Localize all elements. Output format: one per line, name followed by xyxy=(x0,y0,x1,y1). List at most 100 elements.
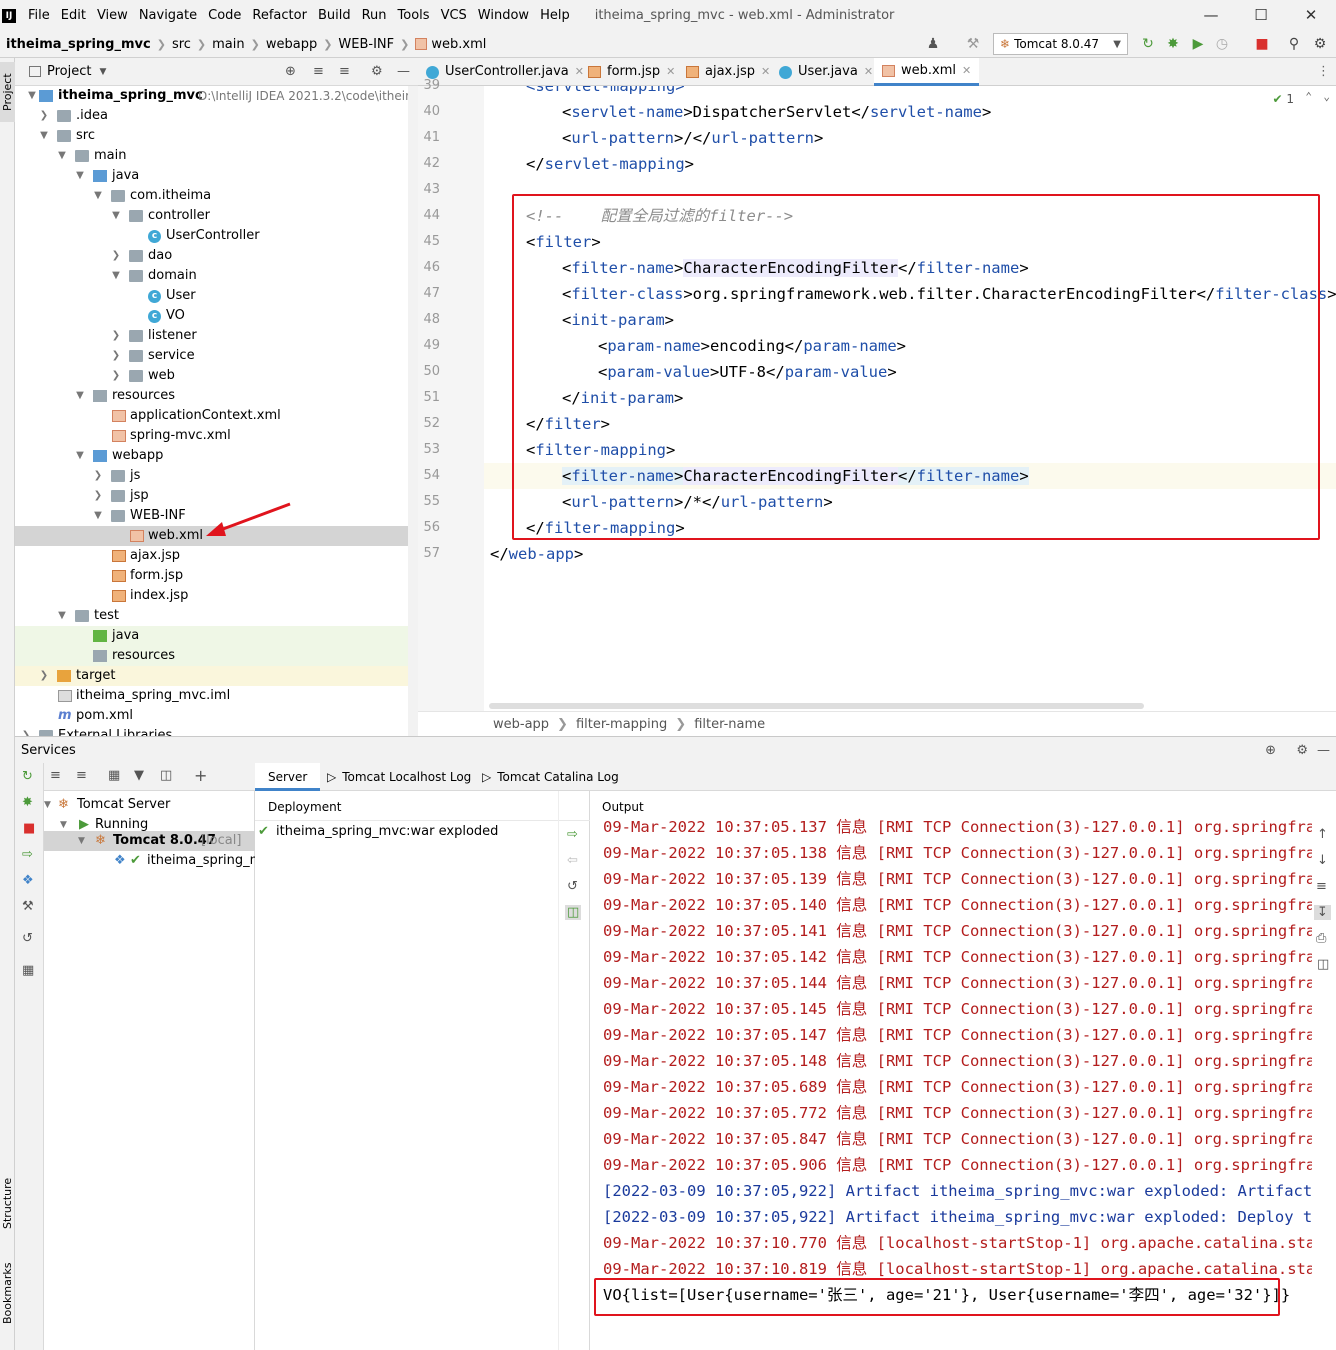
menu-edit[interactable]: Edit xyxy=(61,8,86,23)
menu-file[interactable]: File xyxy=(28,8,50,23)
structure-tool-tab[interactable]: Structure xyxy=(0,1168,15,1238)
chevron-down-icon[interactable]: ⌄ xyxy=(1323,90,1330,103)
project-scrollbar[interactable] xyxy=(408,86,418,736)
breadcrumb-filter-mapping[interactable]: filter-mapping xyxy=(576,717,667,732)
tree-item-test[interactable]: ▼ test xyxy=(15,606,418,626)
group-icon[interactable]: ▦ xyxy=(108,768,120,783)
tree-item-listener[interactable]: ❯ listener xyxy=(15,326,418,346)
tree-item-formjsp[interactable]: form.jsp xyxy=(15,566,418,586)
scroll-to-end-icon[interactable]: ↧ xyxy=(1314,905,1331,920)
gear-icon[interactable]: ⚙ xyxy=(371,64,383,79)
tree-item-webapp[interactable]: ▼ webapp xyxy=(15,446,418,466)
close-window-icon[interactable]: ✕ xyxy=(1286,0,1336,31)
gear-icon[interactable]: ⚙ xyxy=(1296,743,1308,758)
tree-item-external-libraries[interactable]: ❯ External Libraries xyxy=(15,726,418,736)
menu-navigate[interactable]: Navigate xyxy=(139,8,197,23)
tab-catalina-log[interactable]: ▷ Tomcat Catalina Log xyxy=(482,763,619,791)
maximize-icon[interactable]: ☐ xyxy=(1236,0,1286,31)
close-tab-icon[interactable]: ✕ xyxy=(666,58,675,86)
stop-icon[interactable]: ■ xyxy=(23,821,35,836)
tree-item-project-root[interactable]: ▼ itheima_spring_mvc D:\IntelliJ IDEA 20… xyxy=(15,86,418,106)
tab-usercontroller[interactable]: UserController.java ✕ xyxy=(426,58,584,86)
minimize-icon[interactable]: — xyxy=(1186,0,1236,31)
tree-item-dao[interactable]: ❯ dao xyxy=(15,246,418,266)
tree-item-pom[interactable]: m pom.xml xyxy=(15,706,418,726)
debug-icon[interactable]: ✸ xyxy=(1165,36,1181,52)
code-editor[interactable]: <servlet-mapping> <servlet-name>Dispatch… xyxy=(484,86,1336,711)
tree-item-domain[interactable]: ▼ domain xyxy=(15,266,418,286)
rerun-icon[interactable]: ↻ xyxy=(22,769,33,784)
refresh-icon[interactable]: ↺ xyxy=(567,879,578,894)
tree-item-web[interactable]: ❯ web xyxy=(15,366,418,386)
tree-item-applicationcontext[interactable]: applicationContext.xml xyxy=(15,406,418,426)
project-tool-tab[interactable]: Project xyxy=(0,62,15,122)
tree-item-tomcat-server[interactable]: ▼ ❄ Tomcat Server xyxy=(44,795,255,815)
expand-all-icon[interactable]: ≡ xyxy=(313,64,324,79)
breadcrumb-web-app[interactable]: web-app xyxy=(493,717,549,732)
nav-crumb-src[interactable]: src xyxy=(172,37,191,52)
chevron-up-icon[interactable]: ⌃ xyxy=(1305,90,1312,103)
deploy-icon[interactable]: ⇨ xyxy=(22,847,33,862)
nav-crumb-file[interactable]: web.xml xyxy=(431,37,486,52)
scroll-up-icon[interactable]: ↑ xyxy=(1317,827,1328,842)
close-tab-icon[interactable]: ✕ xyxy=(575,58,584,86)
filter-icon[interactable]: ▼ xyxy=(134,768,144,783)
close-tab-icon[interactable]: ✕ xyxy=(864,58,873,86)
tree-item-spring-mvc[interactable]: spring-mvc.xml xyxy=(15,426,418,446)
output-console[interactable]: Output 09-Mar-2022 10:37:05.137 信息 [RMI … xyxy=(590,791,1336,1350)
horizontal-scrollbar[interactable] xyxy=(489,703,1144,709)
nav-crumb-webapp[interactable]: webapp xyxy=(266,37,317,52)
menu-window[interactable]: Window xyxy=(478,8,529,23)
expand-all-icon[interactable]: ≡ xyxy=(50,768,61,783)
debug-icon[interactable]: ✸ xyxy=(22,795,33,810)
undeploy-icon[interactable]: ⇦ xyxy=(567,853,578,868)
tree-item-usercontroller[interactable]: c UserController xyxy=(15,226,418,246)
wrench-icon[interactable]: ⚒ xyxy=(22,899,34,914)
menu-view[interactable]: View xyxy=(97,8,128,23)
tree-item-ajaxjsp[interactable]: ajax.jsp xyxy=(15,546,418,566)
tree-item-test-resources[interactable]: resources xyxy=(15,646,418,666)
tree-item-test-java[interactable]: java xyxy=(15,626,418,646)
locate-icon[interactable]: ⊕ xyxy=(1265,743,1276,758)
tree-item-java[interactable]: ▼ java xyxy=(15,166,418,186)
project-panel-title[interactable]: Project xyxy=(47,64,91,79)
menu-tools[interactable]: Tools xyxy=(398,8,430,23)
chevron-down-icon[interactable]: ▼ xyxy=(99,67,106,77)
tree-item-indexjsp[interactable]: index.jsp xyxy=(15,586,418,606)
tab-ajaxjsp[interactable]: ajax.jsp ✕ xyxy=(686,58,770,86)
tab-formjsp[interactable]: form.jsp ✕ xyxy=(588,58,675,86)
tree-item-tomcat-instance[interactable]: ▼ ❄ Tomcat 8.0.47 [local] xyxy=(44,831,255,851)
tab-userjava[interactable]: User.java ✕ xyxy=(779,58,873,86)
nav-crumb-project[interactable]: itheima_spring_mvc xyxy=(6,37,151,52)
tab-webxml[interactable]: web.xml ✕ xyxy=(874,58,980,86)
nav-crumb-webinf[interactable]: WEB-INF xyxy=(338,37,394,52)
refresh-icon[interactable]: ↺ xyxy=(22,931,33,946)
search-icon[interactable]: ⚲ xyxy=(1286,36,1302,52)
add-icon[interactable]: + xyxy=(194,766,207,785)
soft-wrap-icon[interactable]: ≡ xyxy=(1316,879,1327,894)
collapse-all-icon[interactable]: ≡ xyxy=(339,64,350,79)
inspection-status[interactable]: ✔ 1 xyxy=(1272,92,1294,106)
trash-icon[interactable]: ◫ xyxy=(1317,957,1329,972)
tree-item-package[interactable]: ▼ com.itheima xyxy=(15,186,418,206)
hide-icon[interactable]: — xyxy=(1317,743,1330,758)
tree-item-src[interactable]: ▼ src xyxy=(15,126,418,146)
tree-item-artifact[interactable]: ❖ ✔ itheima_spring_mv xyxy=(44,851,270,871)
layout-icon[interactable]: ▦ xyxy=(22,963,34,978)
scroll-down-icon[interactable]: ↓ xyxy=(1317,853,1328,868)
menu-vcs[interactable]: VCS xyxy=(441,8,467,23)
nav-crumb-main[interactable]: main xyxy=(212,37,244,52)
settings-icon[interactable]: ⚙ xyxy=(1312,36,1328,52)
user-icon[interactable]: ♟ xyxy=(925,36,941,52)
profile-icon[interactable]: ◷ xyxy=(1214,36,1230,52)
close-tab-icon[interactable]: ✕ xyxy=(761,58,770,86)
tree-item-resources[interactable]: ▼ resources xyxy=(15,386,418,406)
tree-item-target[interactable]: ❯ target xyxy=(15,666,418,686)
tabs-menu-icon[interactable]: ⋮ xyxy=(1317,64,1330,79)
menu-code[interactable]: Code xyxy=(208,8,241,23)
tab-localhost-log[interactable]: ▷ Tomcat Localhost Log xyxy=(327,763,471,791)
run-configuration-select[interactable]: ❄ Tomcat 8.0.47 ▼ xyxy=(993,33,1128,55)
new-tab-icon[interactable]: ◫ xyxy=(160,768,172,783)
tree-item-vo[interactable]: c VO xyxy=(15,306,418,326)
deployment-item[interactable]: ✔ itheima_spring_mvc:war exploded xyxy=(255,822,555,842)
